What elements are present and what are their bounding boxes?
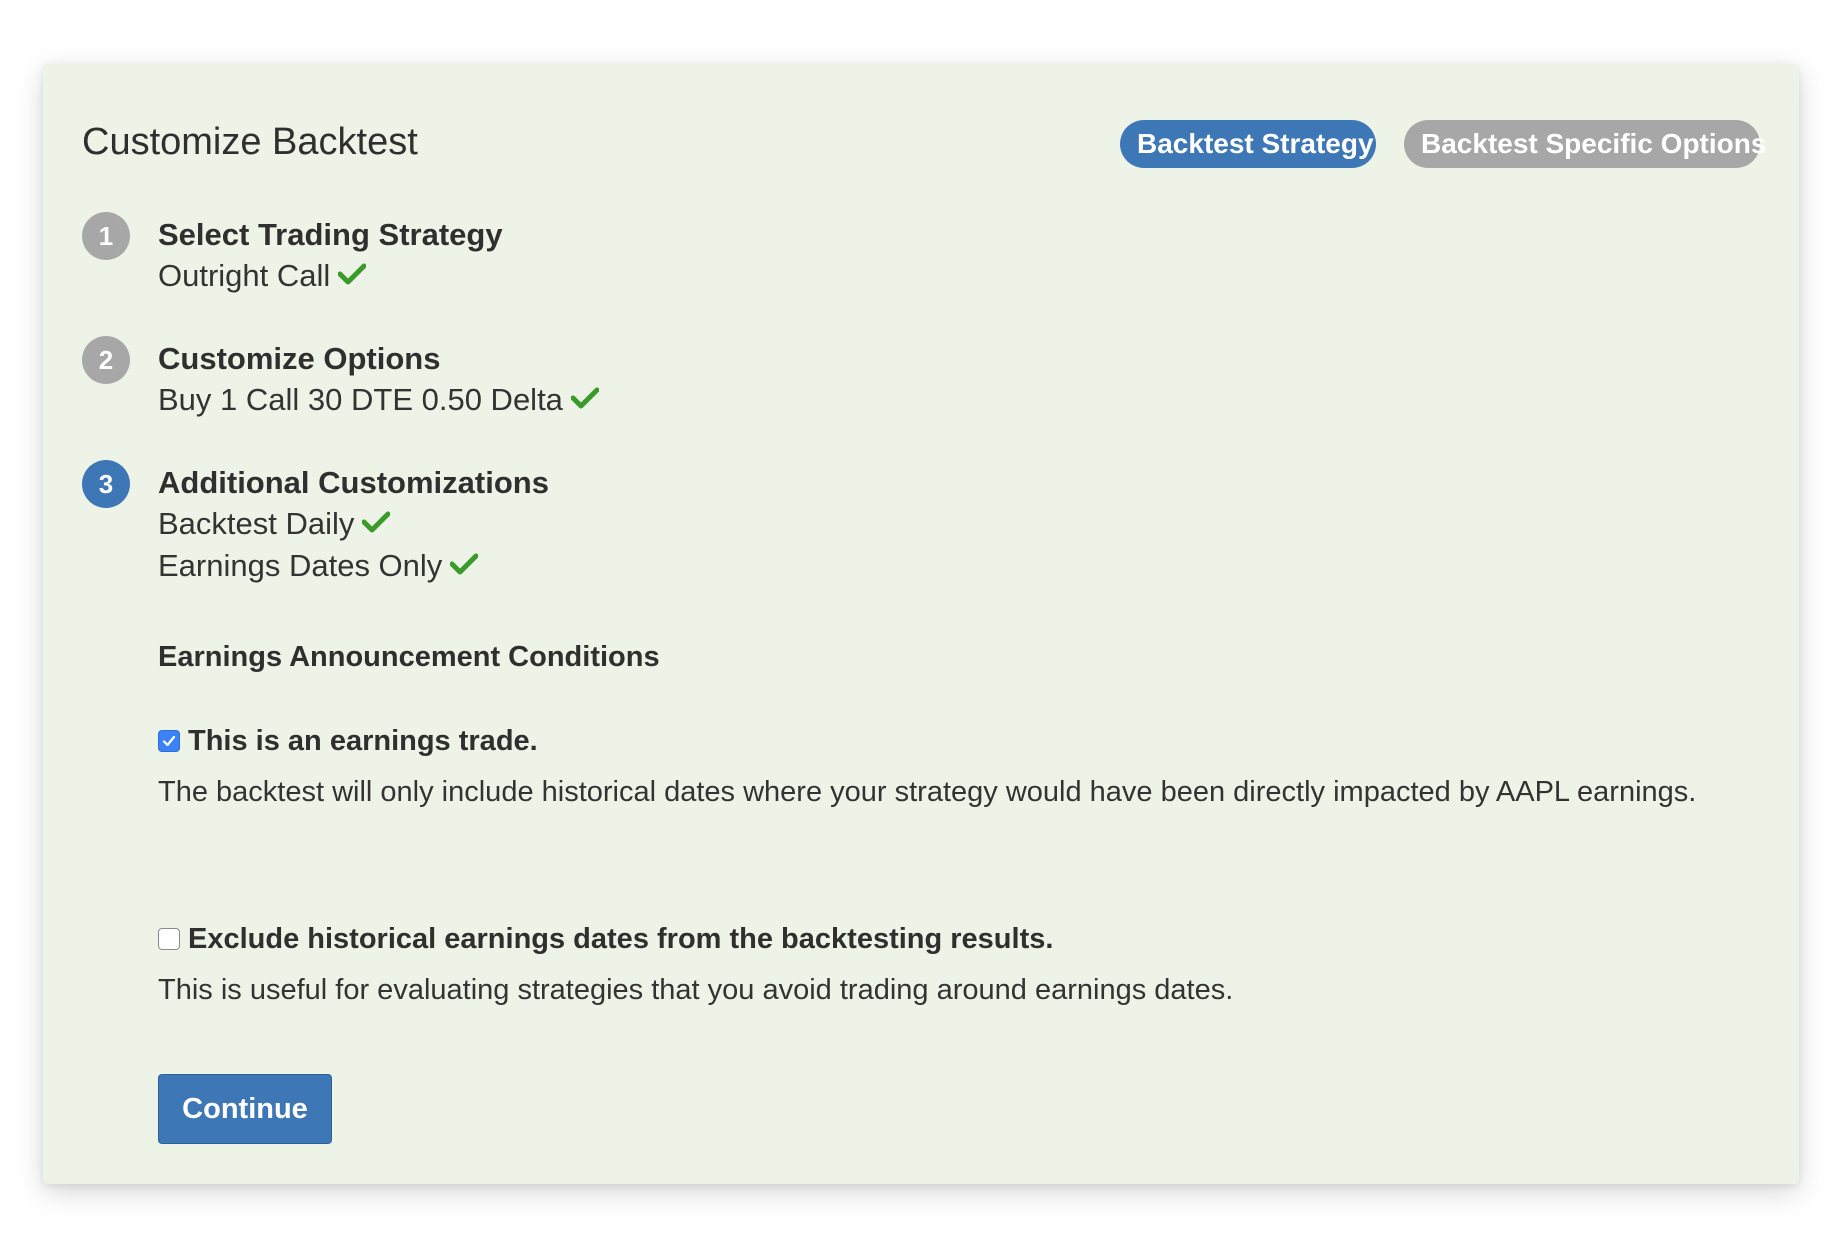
exclude-earnings-label[interactable]: Exclude historical earnings dates from t…: [188, 919, 1053, 959]
section-title-earnings-conditions: Earnings Announcement Conditions: [158, 641, 660, 673]
tab-backtest-specific-options[interactable]: Backtest Specific Options: [1404, 120, 1766, 168]
checkbox-tick-icon: [162, 735, 176, 747]
page-title: Customize Backtest: [82, 121, 418, 163]
checkmark-icon: [337, 254, 367, 296]
step-title: Customize Options: [158, 341, 441, 376]
exclude-earnings-description: This is useful for evaluating strategies…: [158, 974, 1234, 1006]
continue-button[interactable]: Continue: [158, 1074, 332, 1144]
exclude-earnings-checkbox[interactable]: [158, 928, 180, 950]
option-exclude-earnings[interactable]: Exclude historical earnings dates from t…: [158, 919, 1053, 959]
earnings-trade-checkbox[interactable]: [158, 730, 180, 752]
option-earnings-trade[interactable]: This is an earnings trade.: [158, 721, 538, 761]
step-value: Outright Call: [158, 255, 503, 297]
tab-backtest-strategy[interactable]: Backtest Strategy: [1120, 120, 1376, 168]
earnings-trade-description: The backtest will only include historica…: [158, 776, 1697, 808]
checkmark-icon: [449, 544, 479, 586]
step-value-text: Buy 1 Call 30 DTE 0.50 Delta: [158, 382, 563, 417]
step-number-badge: 3: [82, 460, 130, 508]
step-number-badge: 2: [82, 336, 130, 384]
checkmark-icon: [361, 502, 391, 544]
step-number-badge: 1: [82, 212, 130, 260]
step-value: Earnings Dates Only: [158, 545, 549, 587]
step-title: Select Trading Strategy: [158, 217, 503, 252]
checkmark-icon: [570, 378, 600, 420]
customize-backtest-panel: Customize Backtest Backtest Strategy Bac…: [43, 64, 1799, 1184]
step-value-text: Backtest Daily: [158, 506, 355, 541]
step-value-text: Outright Call: [158, 258, 331, 293]
step-title: Additional Customizations: [158, 465, 549, 500]
step-value: Buy 1 Call 30 DTE 0.50 Delta: [158, 378, 600, 421]
step-value-text: Earnings Dates Only: [158, 548, 443, 583]
earnings-trade-label[interactable]: This is an earnings trade.: [188, 721, 538, 761]
step-value: Backtest Daily: [158, 503, 549, 545]
